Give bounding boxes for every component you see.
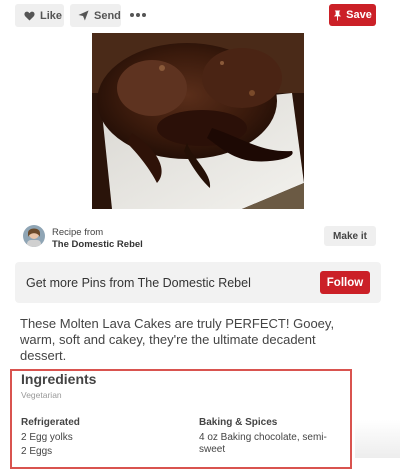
- more-pins-text: Get more Pins from The Domestic Rebel: [26, 276, 251, 290]
- molten-lava-cake-photo: [92, 33, 304, 209]
- section-heading-baking-spices: Baking & Spices: [199, 417, 278, 428]
- ingredients-subtitle: Vegetarian: [21, 390, 62, 400]
- send-label: Send: [94, 9, 121, 22]
- avatar-photo: [23, 225, 45, 247]
- pin-image[interactable]: [92, 33, 304, 209]
- save-label: Save: [346, 9, 372, 21]
- section-heading-refrigerated: Refrigerated: [21, 417, 80, 428]
- pushpin-icon: [333, 9, 342, 21]
- pin-description: These Molten Lava Cakes are truly PERFEC…: [20, 316, 335, 363]
- make-it-button[interactable]: Make it: [324, 226, 376, 246]
- ingredient-item: 2 Eggs: [21, 446, 53, 457]
- ellipsis-icon[interactable]: [130, 10, 146, 20]
- source-name-link[interactable]: The Domestic Rebel: [52, 239, 143, 250]
- like-label: Like: [40, 9, 63, 22]
- more-pins-banner: Get more Pins from The Domestic Rebel Fo…: [15, 262, 381, 303]
- send-button[interactable]: Send: [70, 4, 121, 27]
- heart-icon: [24, 11, 35, 21]
- ingredient-item: 4 oz Baking chocolate, semi-sweet: [199, 432, 327, 455]
- page-edge-fade: [355, 420, 400, 458]
- like-button[interactable]: Like: [15, 4, 64, 27]
- follow-button[interactable]: Follow: [320, 271, 370, 294]
- ingredients-title: Ingredients: [21, 371, 97, 387]
- recipe-from-label: Recipe from: [52, 227, 104, 238]
- ingredients-panel: Ingredients Vegetarian Refrigerated 2 Eg…: [10, 369, 352, 469]
- pin-action-bar: Like Send Save: [0, 0, 400, 34]
- save-button[interactable]: Save: [329, 4, 376, 26]
- avatar[interactable]: [23, 225, 45, 247]
- send-icon: [78, 10, 89, 21]
- ingredient-item: 2 Egg yolks: [21, 432, 73, 443]
